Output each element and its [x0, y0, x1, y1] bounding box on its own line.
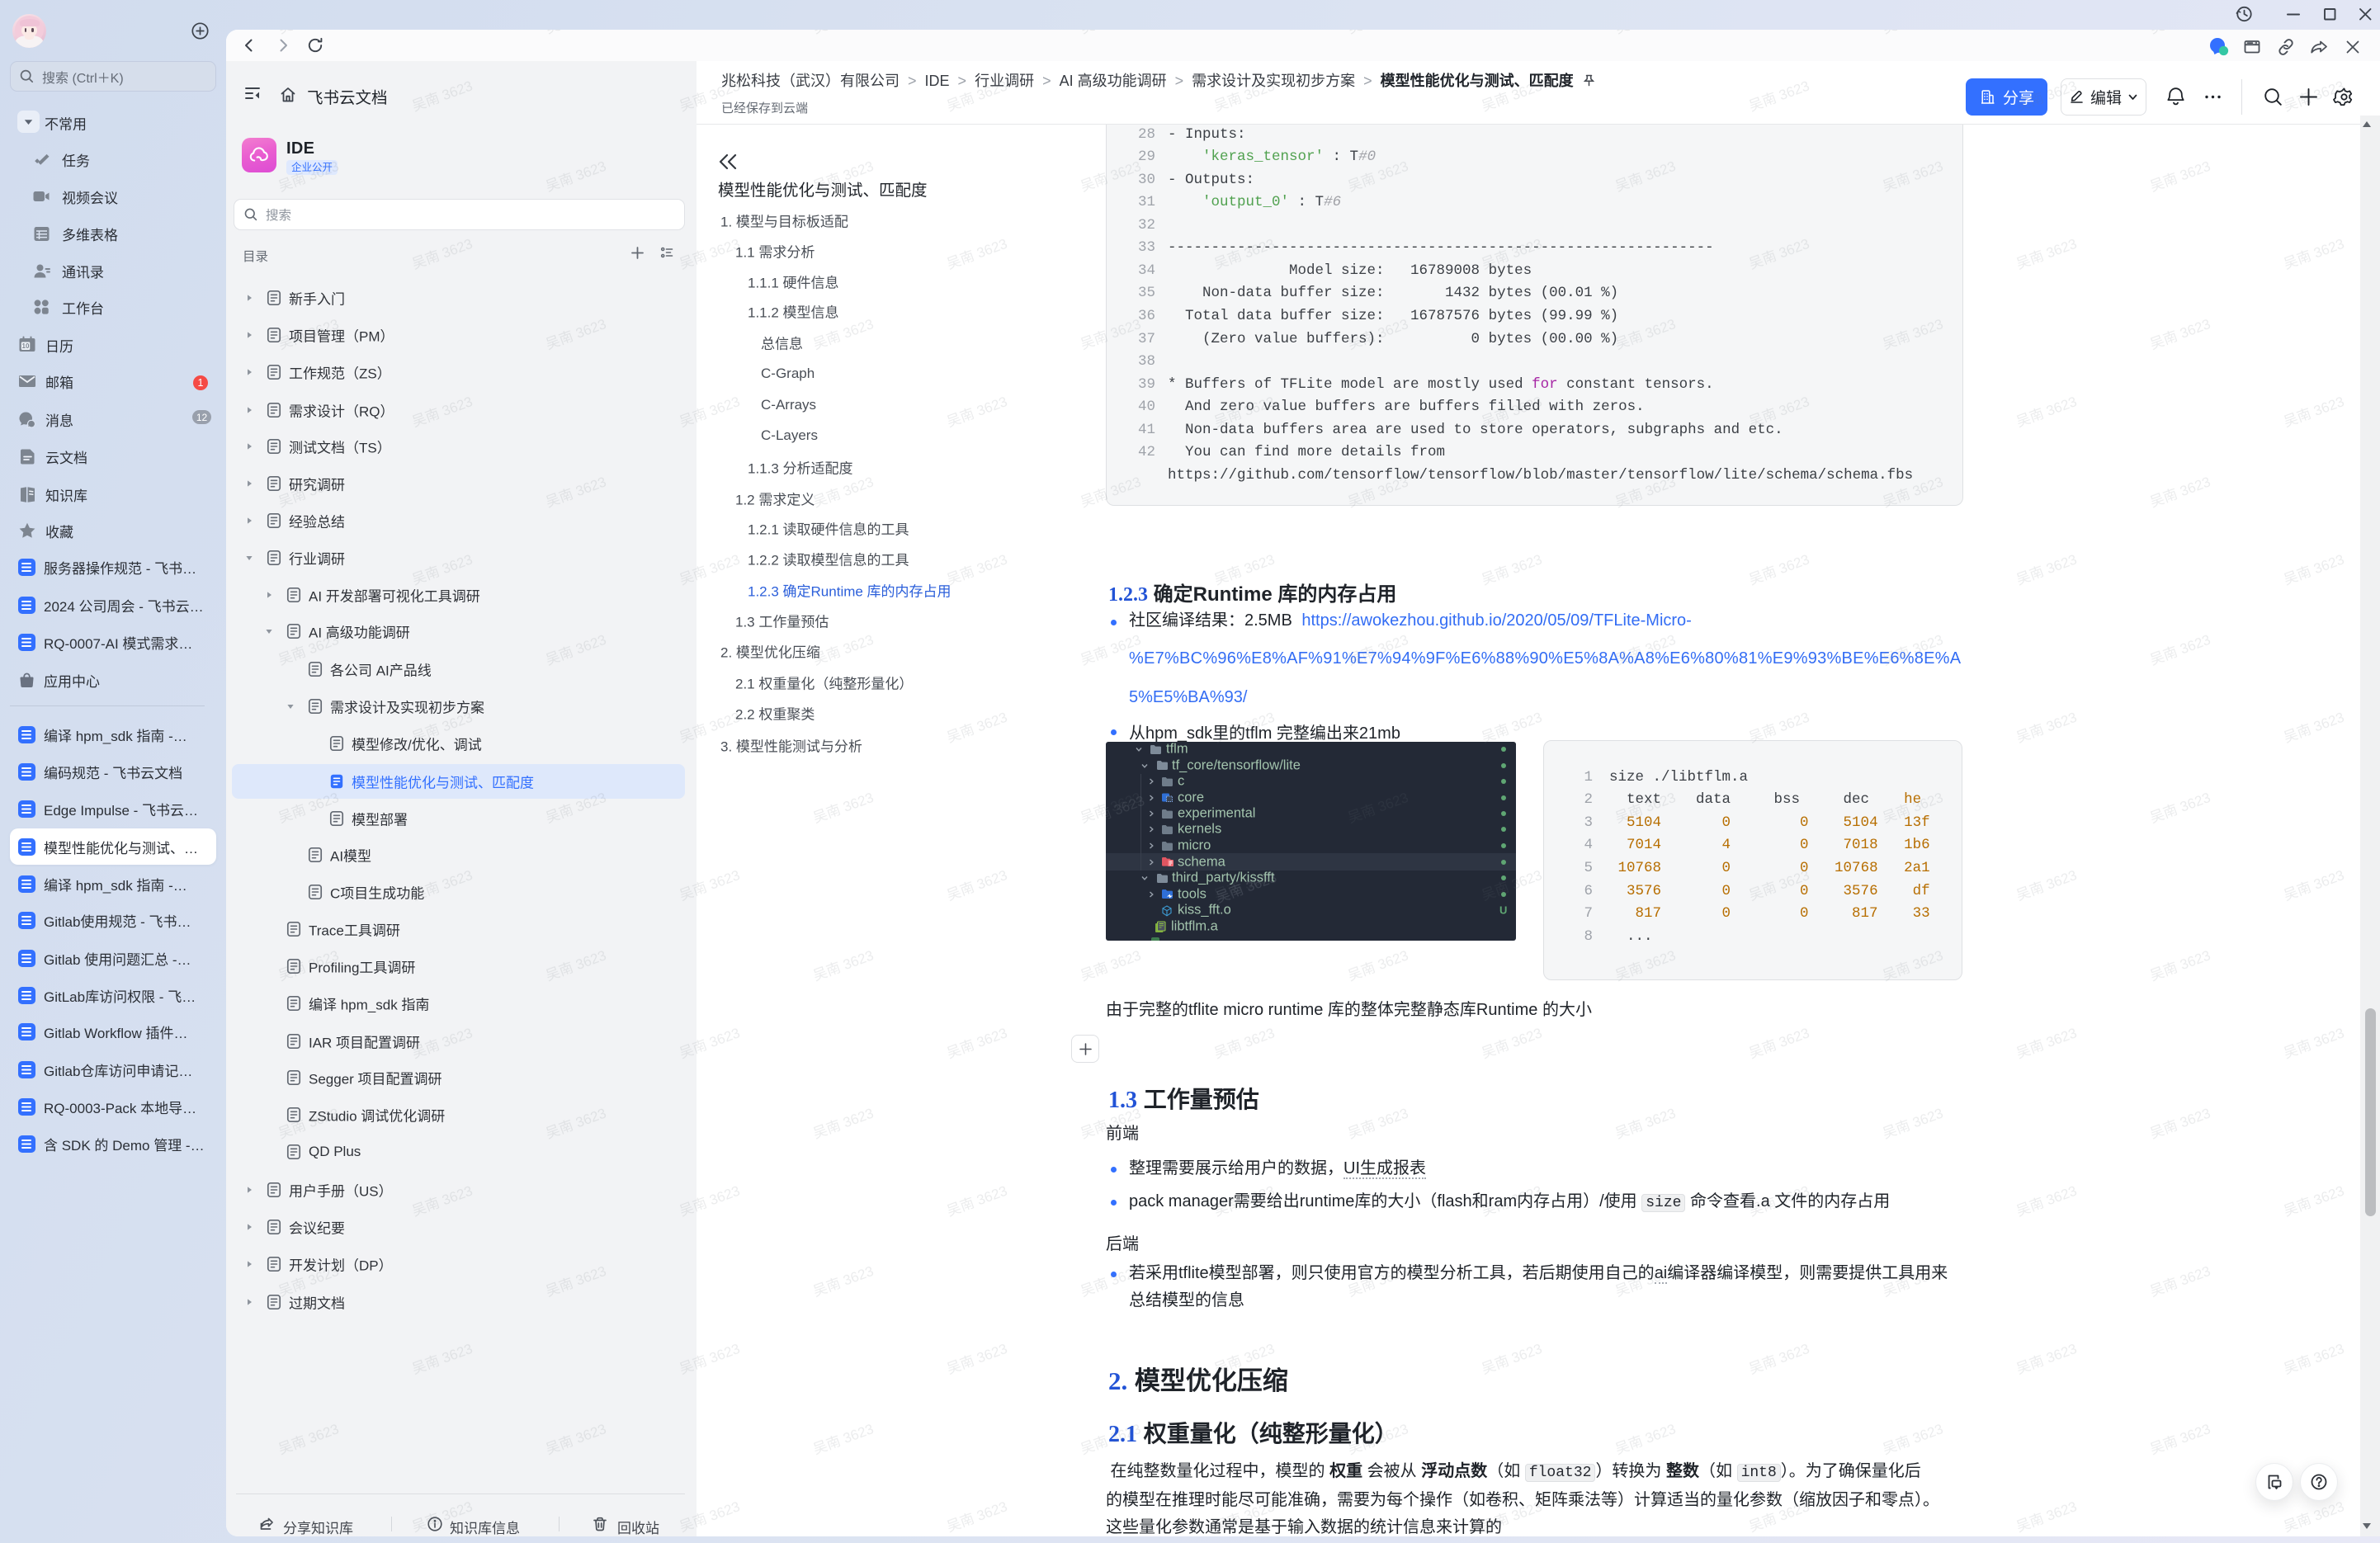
svg-text:10: 10: [22, 342, 30, 350]
